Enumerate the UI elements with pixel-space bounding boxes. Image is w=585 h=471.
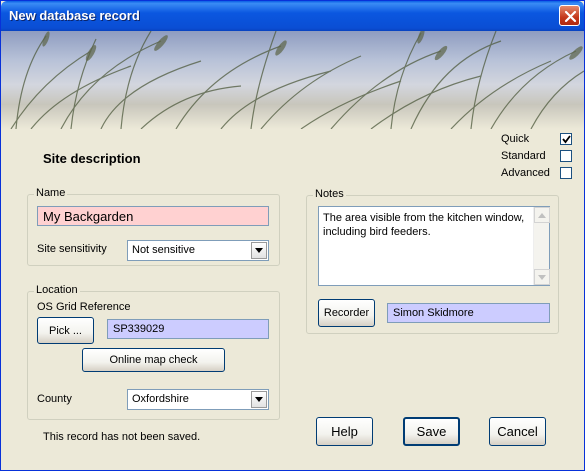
save-status-text: This record has not been saved.: [43, 431, 201, 443]
scroll-up-button[interactable]: [534, 207, 550, 223]
notes-text: The area visible from the kitchen window…: [323, 212, 525, 238]
name-group-legend: Name: [34, 187, 68, 199]
scroll-down-button[interactable]: [534, 269, 550, 285]
scroll-down-icon: [538, 275, 546, 280]
county-select[interactable]: Oxfordshire: [127, 389, 269, 410]
location-group-legend: Location: [34, 284, 80, 296]
mode-standard-label: Standard: [501, 150, 546, 162]
dialog-window: New database record Quick Standard Advan…: [0, 0, 585, 471]
mode-advanced-label: Advanced: [501, 167, 550, 179]
chevron-down-icon: [255, 397, 263, 402]
site-sensitivity-value: Not sensitive: [132, 244, 195, 256]
help-button[interactable]: Help: [316, 417, 373, 446]
notes-group-legend: Notes: [313, 188, 346, 200]
county-label: County: [37, 393, 72, 405]
window-title: New database record: [9, 8, 140, 23]
title-bar[interactable]: New database record: [1, 1, 584, 31]
recorder-field[interactable]: Simon Skidmore: [387, 303, 550, 323]
mode-quick-checkbox[interactable]: [560, 133, 572, 145]
notes-scrollbar[interactable]: [533, 207, 550, 285]
mode-advanced-checkbox[interactable]: [560, 167, 572, 179]
mode-quick-label: Quick: [501, 133, 530, 145]
site-sensitivity-select[interactable]: Not sensitive: [127, 240, 269, 261]
mode-standard-checkbox[interactable]: [560, 150, 572, 162]
grass-banner-image: [1, 31, 584, 129]
pick-button[interactable]: Pick ...: [37, 317, 94, 344]
site-sensitivity-dropdown-button[interactable]: [251, 242, 267, 259]
site-sensitivity-label: Site sensitivity: [37, 243, 107, 255]
site-name-field[interactable]: My Backgarden: [37, 206, 269, 226]
grid-reference-field[interactable]: SP339029: [107, 319, 269, 339]
scroll-up-icon: [538, 213, 546, 218]
save-button[interactable]: Save: [403, 417, 460, 446]
check-icon: [562, 135, 571, 144]
close-icon: [564, 10, 577, 23]
recorder-button[interactable]: Recorder: [318, 299, 375, 327]
county-dropdown-button[interactable]: [251, 391, 267, 408]
chevron-down-icon: [255, 248, 263, 253]
grid-reference-label: OS Grid Reference: [37, 301, 131, 313]
close-button[interactable]: [559, 5, 580, 26]
cancel-button[interactable]: Cancel: [489, 417, 546, 446]
county-value: Oxfordshire: [132, 393, 189, 405]
section-heading: Site description: [43, 151, 141, 166]
notes-textarea[interactable]: The area visible from the kitchen window…: [318, 206, 550, 286]
online-map-check-button[interactable]: Online map check: [82, 348, 225, 372]
